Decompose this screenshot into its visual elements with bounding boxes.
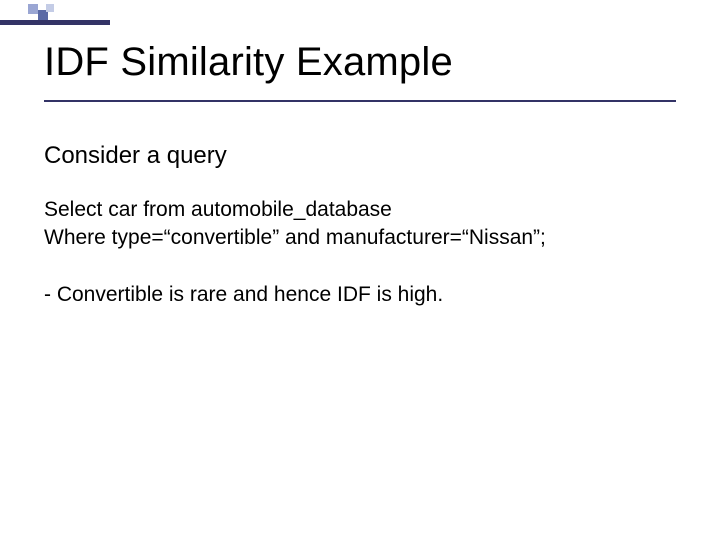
note-text: - Convertible is rare and hence IDF is h…: [44, 283, 676, 307]
title-underline: [44, 100, 676, 102]
deco-square-icon: [46, 4, 54, 12]
slide: IDF Similarity Example Consider a query …: [0, 0, 720, 540]
corner-decoration: [0, 0, 110, 28]
query-line: Where type=“convertible” and manufacture…: [44, 224, 676, 252]
query-line: Select car from automobile_database: [44, 196, 676, 224]
deco-square-icon: [28, 4, 38, 14]
lead-text: Consider a query: [44, 142, 676, 170]
query-block: Select car from automobile_database Wher…: [44, 196, 676, 253]
slide-body: Consider a query Select car from automob…: [44, 142, 676, 307]
deco-bar: [0, 20, 110, 25]
slide-title: IDF Similarity Example: [44, 40, 680, 85]
